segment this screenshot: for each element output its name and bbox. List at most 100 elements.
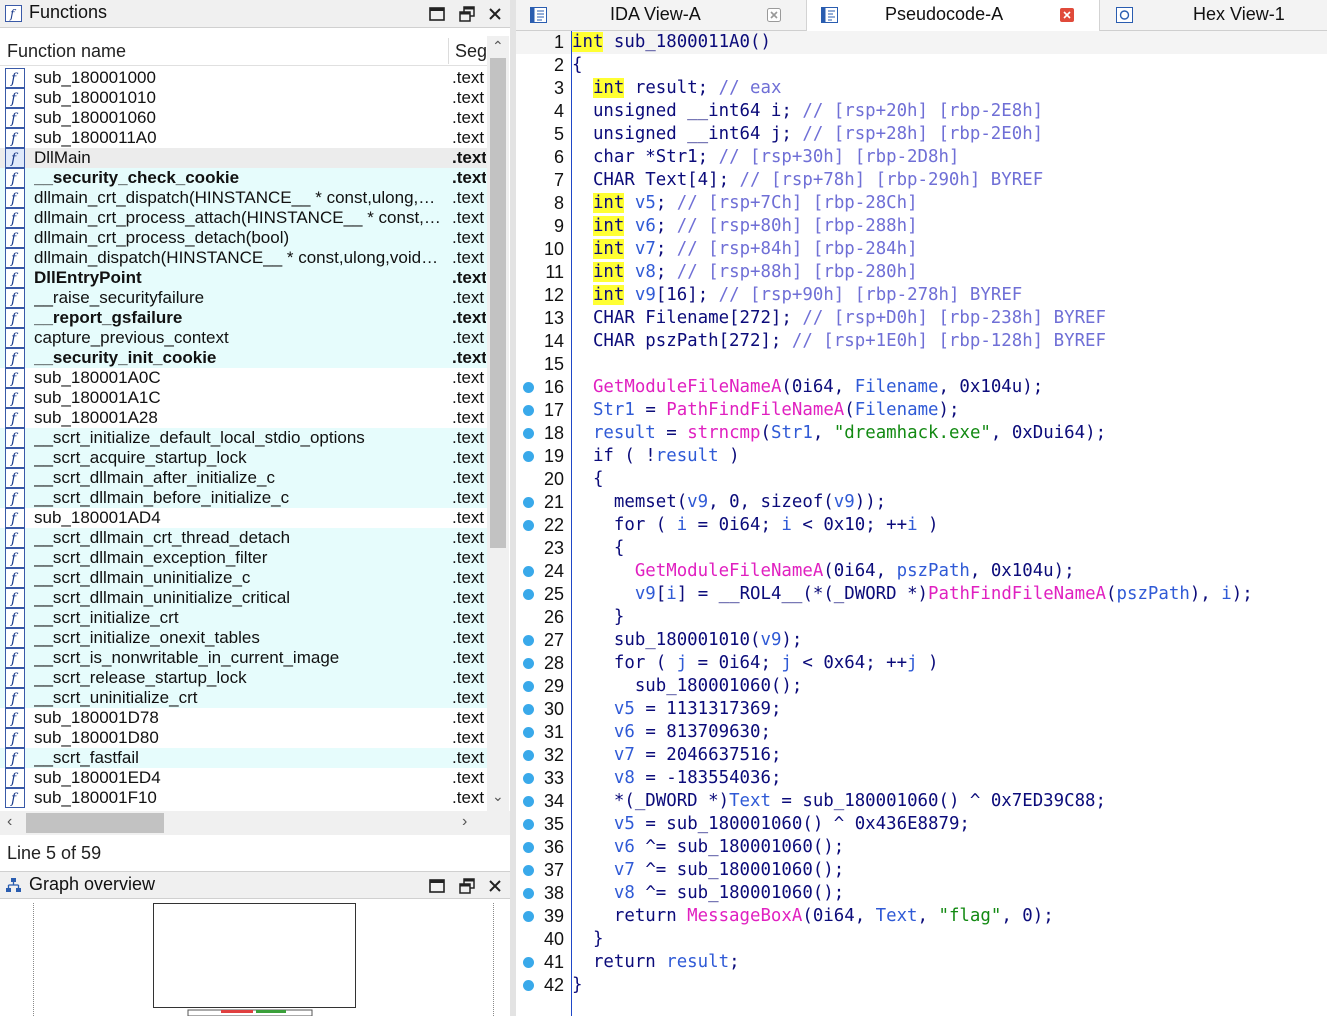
code-line[interactable]: 27 sub_180001010(v9); xyxy=(516,629,1327,652)
close-icon[interactable] xyxy=(486,5,504,23)
function-row[interactable]: f dllmain_crt_process_attach(HINSTANCE__ … xyxy=(0,208,487,228)
code-line[interactable]: 40 } xyxy=(516,928,1327,951)
float-icon[interactable] xyxy=(458,877,476,895)
code-line[interactable]: 23 { xyxy=(516,537,1327,560)
code-line[interactable]: 16 GetModuleFileNameA(0i64, Filename, 0x… xyxy=(516,376,1327,399)
function-row[interactable]: f __scrt_initialize_crt .text xyxy=(0,608,487,628)
function-row[interactable]: f __scrt_dllmain_crt_thread_detach .text xyxy=(0,528,487,548)
function-row[interactable]: f __scrt_dllmain_after_initialize_c .text xyxy=(0,468,487,488)
function-row[interactable]: f __scrt_uninitialize_crt .text xyxy=(0,688,487,708)
function-row[interactable]: f sub_180001010 .text xyxy=(0,88,487,108)
breakpoint-dot-icon[interactable] xyxy=(523,520,534,531)
function-row[interactable]: f sub_180001A28 .text xyxy=(0,408,487,428)
breakpoint-dot-icon[interactable] xyxy=(523,589,534,600)
breakpoint-dot-icon[interactable] xyxy=(523,658,534,669)
breakpoint-dot-icon[interactable] xyxy=(523,888,534,899)
function-row[interactable]: f sub_180001060 .text xyxy=(0,108,487,128)
code-line[interactable]: 20 { xyxy=(516,468,1327,491)
code-line[interactable]: 1 int sub_1800011A0() xyxy=(516,31,1327,54)
function-row[interactable]: f DllEntryPoint .text xyxy=(0,268,487,288)
code-line[interactable]: 11 int v8; // [rsp+88h] [rbp-280h] xyxy=(516,261,1327,284)
close-tab-icon[interactable] xyxy=(767,8,781,22)
code-line[interactable]: 31 v6 = 813709630; xyxy=(516,721,1327,744)
breakpoint-dot-icon[interactable] xyxy=(523,980,534,991)
function-row[interactable]: f __security_init_cookie .text xyxy=(0,348,487,368)
code-line[interactable]: 18 result = strncmp(Str1, "dreamhack.exe… xyxy=(516,422,1327,445)
function-row[interactable]: f __scrt_initialize_default_local_stdio_o… xyxy=(0,428,487,448)
code-line[interactable]: 21 memset(v9, 0, sizeof(v9)); xyxy=(516,491,1327,514)
column-segment[interactable]: Seg xyxy=(455,41,487,62)
function-row[interactable]: f __scrt_initialize_onexit_tables .text xyxy=(0,628,487,648)
function-row[interactable]: f sub_180001A1C .text xyxy=(0,388,487,408)
code-line[interactable]: 12 int v9[16]; // [rsp+90h] [rbp-278h] B… xyxy=(516,284,1327,307)
breakpoint-dot-icon[interactable] xyxy=(523,681,534,692)
breakpoint-dot-icon[interactable] xyxy=(523,842,534,853)
tab-pseudocode-a[interactable]: Pseudocode-A xyxy=(807,0,1100,32)
code-line[interactable]: 7 CHAR Text[4]; // [rsp+78h] [rbp-290h] … xyxy=(516,169,1327,192)
function-row[interactable]: f dllmain_dispatch(HINSTANCE__ * const,ul… xyxy=(0,248,487,268)
function-row[interactable]: f __scrt_dllmain_uninitialize_critical .te… xyxy=(0,588,487,608)
maximize-icon[interactable] xyxy=(428,5,446,23)
function-row[interactable]: f __report_gsfailure .text xyxy=(0,308,487,328)
function-row[interactable]: f sub_180001F10 .text xyxy=(0,788,487,808)
tab-hex-view-1[interactable]: Hex View-1 xyxy=(1100,0,1327,31)
breakpoint-dot-icon[interactable] xyxy=(523,796,534,807)
breakpoint-dot-icon[interactable] xyxy=(523,773,534,784)
close-icon[interactable] xyxy=(486,877,504,895)
code-line[interactable]: 29 sub_180001060(); xyxy=(516,675,1327,698)
breakpoint-dot-icon[interactable] xyxy=(523,566,534,577)
function-row[interactable]: f __scrt_dllmain_uninitialize_c .text xyxy=(0,568,487,588)
pseudocode-view[interactable]: 1 int sub_1800011A0() 2{3 int result; // e… xyxy=(516,31,1327,1016)
breakpoint-dot-icon[interactable] xyxy=(523,957,534,968)
code-line[interactable]: 38 v8 ^= sub_180001060(); xyxy=(516,882,1327,905)
code-line[interactable]: 36 v6 ^= sub_180001060(); xyxy=(516,836,1327,859)
breakpoint-dot-icon[interactable] xyxy=(523,405,534,416)
function-row[interactable]: f sub_180001A0C .text xyxy=(0,368,487,388)
function-row[interactable]: f __scrt_fastfail .text xyxy=(0,748,487,768)
code-line[interactable]: 25 v9[i] = __ROL4__(*(_DWORD *)PathFindF… xyxy=(516,583,1327,606)
function-row[interactable]: f sub_1800011A0 .text xyxy=(0,128,487,148)
scroll-left-icon[interactable]: ‹ xyxy=(7,813,12,831)
code-line[interactable]: 37 v7 ^= sub_180001060(); xyxy=(516,859,1327,882)
close-tab-icon[interactable] xyxy=(1060,8,1074,22)
breakpoint-dot-icon[interactable] xyxy=(523,635,534,646)
code-line[interactable]: 13 CHAR Filename[272]; // [rsp+D0h] [rbp… xyxy=(516,307,1327,330)
function-row[interactable]: f capture_previous_context .text xyxy=(0,328,487,348)
breakpoint-dot-icon[interactable] xyxy=(523,911,534,922)
code-line[interactable]: 14 CHAR pszPath[272]; // [rsp+1E0h] [rbp… xyxy=(516,330,1327,353)
breakpoint-dot-icon[interactable] xyxy=(523,819,534,830)
functions-horizontal-scrollbar[interactable]: ‹ › xyxy=(0,811,510,835)
code-line[interactable]: 8 int v5; // [rsp+7Ch] [rbp-28Ch] xyxy=(516,192,1327,215)
horizontal-scroll-thumb[interactable] xyxy=(26,813,164,833)
function-row[interactable]: f __scrt_dllmain_before_initialize_c .text xyxy=(0,488,487,508)
function-row[interactable]: f dllmain_crt_process_detach(bool) .text xyxy=(0,228,487,248)
code-line[interactable]: 34 *(_DWORD *)Text = sub_180001060() ^ 0… xyxy=(516,790,1327,813)
column-divider[interactable] xyxy=(448,38,449,64)
function-row[interactable]: f sub_180001D80 .text xyxy=(0,728,487,748)
function-row[interactable]: f __security_check_cookie .text xyxy=(0,168,487,188)
breakpoint-dot-icon[interactable] xyxy=(523,704,534,715)
code-line[interactable]: 5 unsigned __int64 j; // [rsp+28h] [rbp-… xyxy=(516,123,1327,146)
graph-overview-canvas[interactable] xyxy=(0,903,510,1016)
code-line[interactable]: 35 v5 = sub_180001060() ^ 0x436E8879; xyxy=(516,813,1327,836)
function-row[interactable]: f dllmain_crt_dispatch(HINSTANCE__ * cons… xyxy=(0,188,487,208)
function-row[interactable]: f __scrt_is_nonwritable_in_current_image.… xyxy=(0,648,487,668)
function-row[interactable]: f sub_180001D78 .text xyxy=(0,708,487,728)
scroll-down-icon[interactable]: ⌄ xyxy=(492,788,504,805)
scroll-up-icon[interactable]: ⌃ xyxy=(492,38,504,55)
breakpoint-dot-icon[interactable] xyxy=(523,727,534,738)
code-line[interactable]: 24 GetModuleFileNameA(0i64, pszPath, 0x1… xyxy=(516,560,1327,583)
code-line[interactable]: 2{ xyxy=(516,54,1327,77)
maximize-icon[interactable] xyxy=(428,877,446,895)
code-line[interactable]: 33 v8 = -183554036; xyxy=(516,767,1327,790)
code-line[interactable]: 19 if ( !result ) xyxy=(516,445,1327,468)
code-line[interactable]: 42} xyxy=(516,974,1327,997)
code-line[interactable]: 26 } xyxy=(516,606,1327,629)
code-line[interactable]: 39 return MessageBoxA(0i64, Text, "flag"… xyxy=(516,905,1327,928)
column-function-name[interactable]: Function name xyxy=(7,41,126,62)
breakpoint-dot-icon[interactable] xyxy=(523,750,534,761)
breakpoint-dot-icon[interactable] xyxy=(523,428,534,439)
function-row[interactable]: f DllMain .text xyxy=(0,148,487,168)
code-line[interactable]: 28 for ( j = 0i64; j < 0x64; ++j ) xyxy=(516,652,1327,675)
code-line[interactable]: 10 int v7; // [rsp+84h] [rbp-284h] xyxy=(516,238,1327,261)
